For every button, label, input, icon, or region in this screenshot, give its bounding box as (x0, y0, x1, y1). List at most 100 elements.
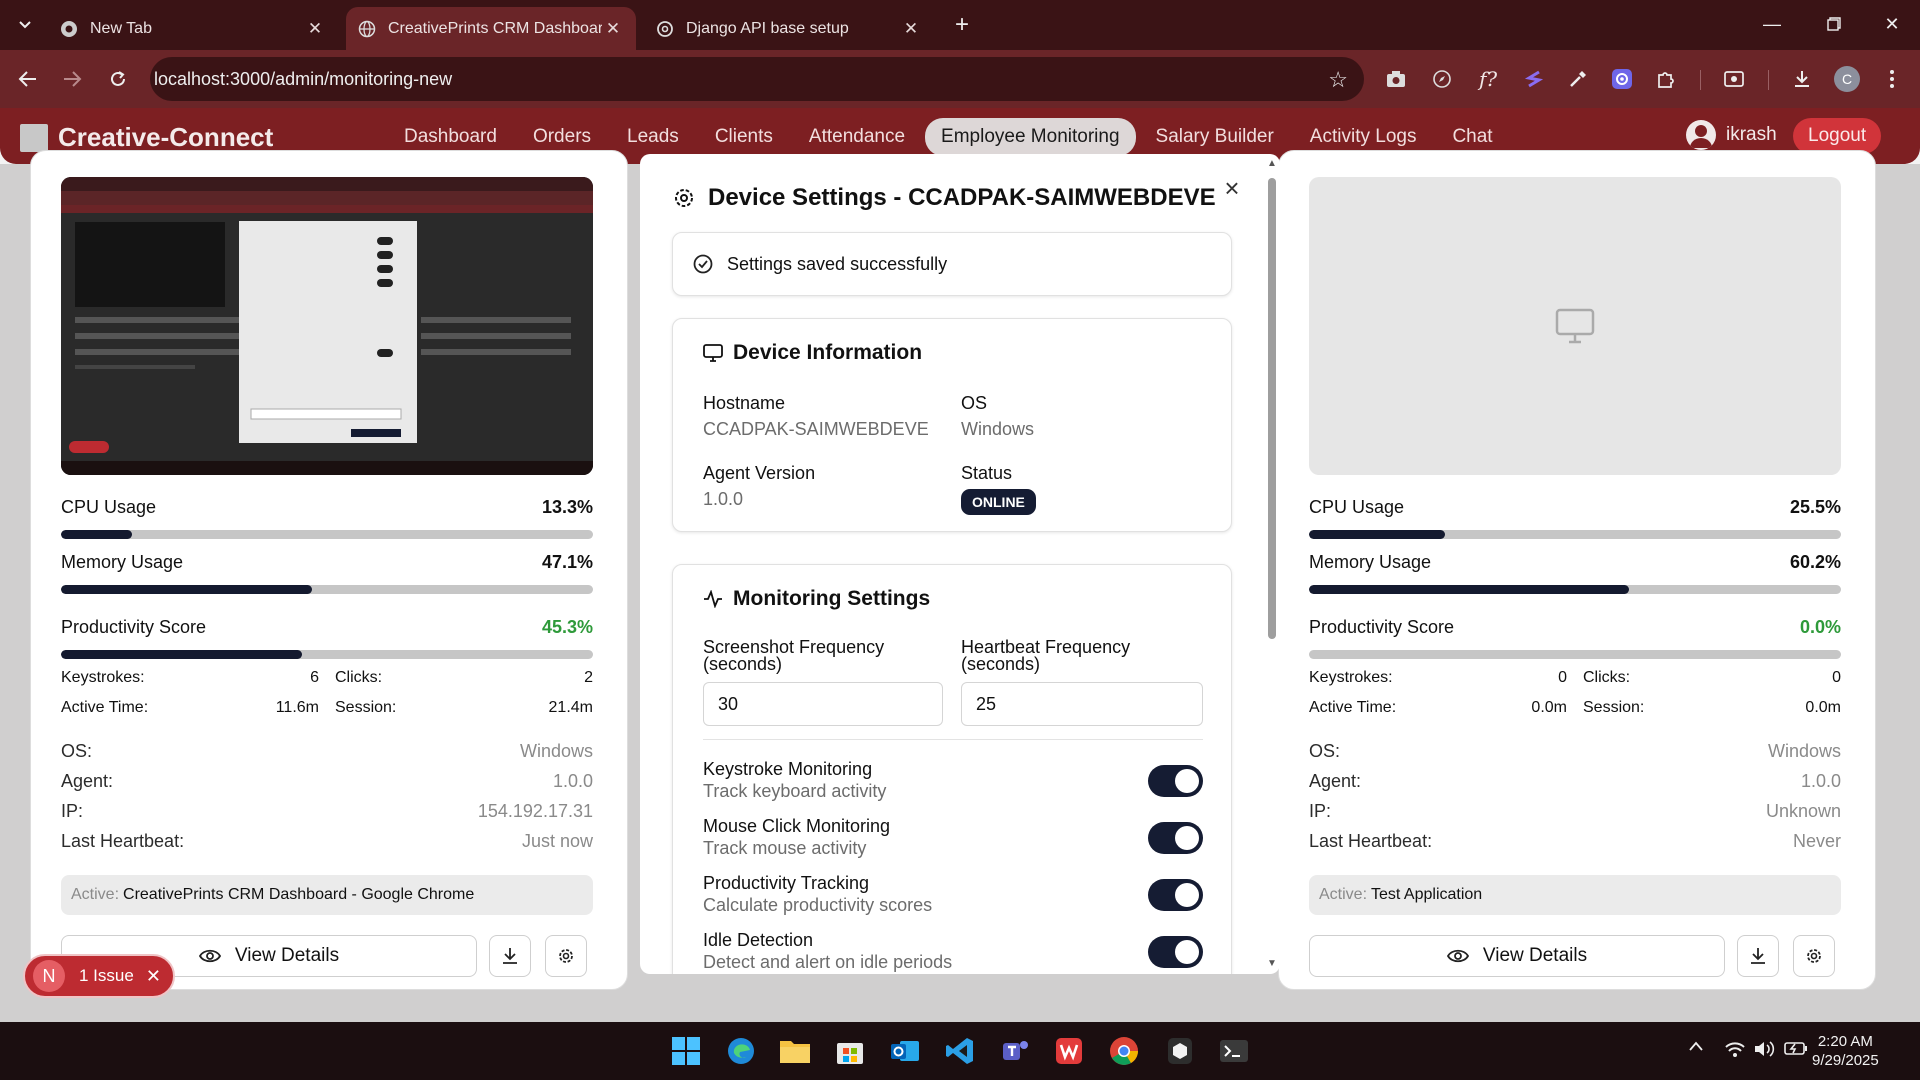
settings-button[interactable] (545, 935, 587, 977)
profile-avatar[interactable]: C (1834, 66, 1860, 92)
wps-office-icon[interactable] (1051, 1033, 1087, 1069)
close-window-button[interactable]: ✕ (1872, 8, 1912, 40)
memory-bar-fill (1309, 585, 1630, 594)
close-tab-icon[interactable]: ✕ (602, 18, 624, 40)
tray-chevron-icon[interactable] (1688, 1040, 1704, 1052)
settings-button[interactable] (1793, 935, 1835, 977)
download-icon[interactable] (1786, 63, 1818, 95)
compass-extension-icon[interactable] (1426, 63, 1458, 95)
tab-new-tab[interactable]: New Tab ✕ (48, 7, 338, 50)
screen-capture-icon[interactable] (1718, 63, 1750, 95)
active-time-label: Active Time: (1309, 699, 1397, 716)
session-value: 0.0m (1805, 699, 1841, 716)
system-clock[interactable]: 2:20 AM 9/29/2025 (1812, 1032, 1879, 1070)
close-icon[interactable]: ✕ (146, 966, 161, 987)
close-tab-icon[interactable]: ✕ (304, 18, 326, 40)
outlook-icon[interactable] (887, 1033, 923, 1069)
edge-icon[interactable] (723, 1033, 759, 1069)
idle-detection-toggle[interactable] (1148, 936, 1203, 968)
s-extension-icon[interactable] (1518, 63, 1550, 95)
eye-icon (198, 948, 221, 964)
device-card: CPU Usage 25.5% Memory Usage 60.2% Product… (1278, 150, 1876, 990)
volume-icon[interactable] (1753, 1040, 1775, 1058)
bookmark-star-icon[interactable]: ☆ (1328, 67, 1348, 93)
close-tab-icon[interactable]: ✕ (900, 18, 922, 40)
gear-icon (672, 186, 696, 210)
scroll-up-icon[interactable]: ▲ (1267, 158, 1277, 169)
more-menu-icon[interactable] (1876, 63, 1908, 95)
logout-button[interactable]: Logout (1793, 118, 1882, 154)
modal-scrollbar[interactable]: ▲ ▼ (1262, 154, 1280, 974)
download-button[interactable] (489, 935, 531, 977)
user-menu[interactable]: ikrash (1686, 120, 1777, 150)
toggle-description: Track keyboard activity (703, 781, 887, 801)
productivity-tracking-toggle[interactable] (1148, 879, 1203, 911)
keystrokes-label: Keystrokes: (1309, 669, 1393, 686)
wifi-icon[interactable] (1724, 1040, 1746, 1058)
function-extension-icon[interactable]: f? (1472, 63, 1504, 95)
tab-crm-dashboard[interactable]: CreativePrints CRM Dashboard ✕ (346, 7, 636, 50)
close-icon[interactable]: × (1218, 173, 1246, 203)
nav-attendance[interactable]: Attendance (793, 118, 921, 156)
forward-button[interactable] (56, 63, 88, 95)
memory-bar-fill (61, 585, 312, 594)
productivity-value: 0.0% (1799, 617, 1841, 637)
tab-search-button[interactable] (10, 10, 40, 40)
view-details-button[interactable]: View Details (1309, 935, 1725, 977)
nav-salary-builder[interactable]: Salary Builder (1140, 118, 1290, 156)
back-button[interactable] (12, 63, 44, 95)
scroll-thumb[interactable] (1268, 178, 1276, 639)
hostname-value: CCADPAK-SAIMWEBDEVE (703, 419, 929, 439)
terminal-icon[interactable] (1216, 1033, 1252, 1069)
screenshot-frequency-input[interactable]: 30 (703, 682, 943, 726)
battery-icon[interactable] (1784, 1040, 1808, 1056)
ip-label: IP: (61, 801, 84, 821)
gear-icon (1807, 949, 1821, 963)
restore-button[interactable] (1814, 8, 1854, 40)
user-avatar-icon (1686, 120, 1716, 150)
keystroke-monitoring-toggle[interactable] (1148, 765, 1203, 797)
download-button[interactable] (1737, 935, 1779, 977)
clock-date: 9/29/2025 (1812, 1052, 1879, 1069)
address-bar[interactable]: localhost:3000/admin/monitoring-new ☆ (150, 57, 1364, 665)
vscode-icon[interactable] (942, 1033, 978, 1069)
clicks-value: 2 (584, 669, 593, 686)
settings-extension-icon[interactable] (1606, 63, 1638, 95)
tab-django-api[interactable]: Django API base setup ✕ (644, 7, 934, 50)
chrome-taskbar-icon[interactable] (1106, 1033, 1142, 1069)
session-value: 21.4m (548, 699, 593, 716)
agent-value: 1.0.0 (552, 771, 593, 791)
app-cube-icon[interactable] (1162, 1033, 1198, 1069)
toggle-description: Detect and alert on idle periods (703, 952, 953, 972)
teams-icon[interactable] (997, 1033, 1033, 1069)
new-tab-button[interactable]: + (948, 11, 976, 39)
reload-button[interactable] (102, 63, 134, 95)
tab-title: Django API base setup (686, 19, 849, 37)
heartbeat-label: Last Heartbeat: (61, 831, 185, 851)
brand[interactable]: Creative-Connect (20, 122, 273, 153)
eyedropper-extension-icon[interactable] (1562, 63, 1594, 95)
issue-badge[interactable]: N 1 Issue ✕ (23, 954, 175, 998)
nav-leads[interactable]: Leads (611, 118, 695, 156)
windows-start-icon[interactable] (668, 1033, 704, 1069)
file-explorer-icon[interactable] (777, 1033, 813, 1069)
heartbeat-frequency-input[interactable]: 25 (961, 682, 1203, 726)
extensions-puzzle-icon[interactable] (1650, 63, 1682, 95)
nav-employee-monitoring[interactable]: Employee Monitoring (925, 118, 1136, 156)
scroll-down-icon[interactable]: ▼ (1267, 958, 1277, 969)
issue-avatar: N (33, 960, 65, 992)
clicks-value: 0 (1832, 669, 1841, 686)
memory-value: 47.1% (541, 552, 593, 572)
mouse-click-monitoring-toggle[interactable] (1148, 822, 1203, 854)
store-icon[interactable] (832, 1033, 868, 1069)
productivity-score: Productivity Score 0.0% (1309, 617, 1841, 659)
agent-version-value: 1.0.0 (703, 489, 744, 509)
success-text: Settings saved successfully (727, 253, 948, 274)
cpu-label: CPU Usage (61, 497, 157, 517)
screenshot-extension-icon[interactable] (1380, 63, 1412, 95)
minimize-button[interactable]: — (1752, 8, 1792, 40)
modal-title-text: Device Settings - CCADPAK-SAIMWEBDEVE (708, 184, 1216, 211)
toggle-description: Track mouse activity (703, 838, 867, 858)
nav-clients[interactable]: Clients (699, 118, 789, 156)
screenshot-thumbnail[interactable] (61, 177, 593, 475)
